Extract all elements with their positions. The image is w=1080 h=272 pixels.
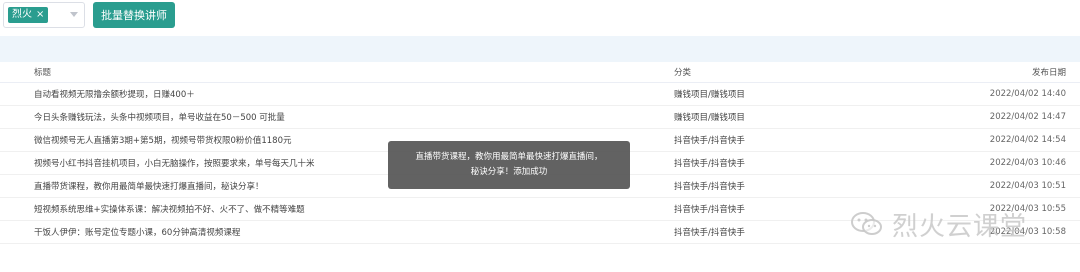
selected-tag: 烈火 ×	[8, 7, 49, 23]
top-toolbar: 烈火 × 批量替换讲师	[0, 0, 1080, 34]
row-category: 抖音快手/抖音快手	[674, 205, 745, 215]
row-date: 2022/04/03 10:51	[989, 181, 1066, 191]
table-row[interactable]: 今日头条赚钱玩法，头条中视频项目，单号收益在50－500 可批量 赚钱项目/赚钱…	[0, 106, 1080, 129]
row-category: 抖音快手/抖音快手	[674, 228, 745, 238]
row-category: 抖音快手/抖音快手	[674, 182, 745, 192]
tag-close-icon[interactable]: ×	[36, 7, 44, 23]
toast-line-2: 秘诀分享！添加成功	[470, 167, 548, 177]
row-category: 抖音快手/抖音快手	[674, 159, 745, 169]
row-date: 2022/04/03 10:58	[989, 227, 1066, 237]
selected-tag-label: 烈火	[12, 9, 32, 20]
table-row[interactable]: 干饭人伊伊：账号定位专题小课，60分钟高清视频课程 抖音快手/抖音快手 2022…	[0, 221, 1080, 244]
row-date: 2022/04/02 14:47	[989, 112, 1066, 122]
row-title: 直播带货课程，教你用最简单最快速打爆直播间，秘诀分享！	[34, 182, 264, 192]
header-title: 标题	[34, 68, 52, 78]
success-toast: 直播带货课程，教你用最简单最快速打爆直播间， 秘诀分享！添加成功	[388, 141, 630, 189]
row-date: 2022/04/03 10:46	[989, 158, 1066, 168]
row-category: 赚钱项目/赚钱项目	[674, 113, 745, 123]
row-category: 赚钱项目/赚钱项目	[674, 90, 745, 100]
chevron-down-icon[interactable]	[70, 12, 78, 17]
row-title: 自动看视频无限撸余额秒提现，日赚400＋	[34, 90, 195, 100]
header-category: 分类	[674, 68, 692, 78]
batch-replace-instructor-button[interactable]: 批量替换讲师	[93, 2, 175, 28]
table-row[interactable]: 短视频系统思维+实操体系课：解决视频拍不好、火不了、做不精等难题 抖音快手/抖音…	[0, 198, 1080, 221]
row-date: 2022/04/02 14:40	[989, 89, 1066, 99]
row-title: 干饭人伊伊：账号定位专题小课，60分钟高清视频课程	[34, 228, 241, 238]
table-header: 标题 分类 发布日期	[0, 62, 1080, 83]
instructor-select[interactable]: 烈火 ×	[3, 2, 85, 28]
row-title: 短视频系统思维+实操体系课：解决视频拍不好、火不了、做不精等难题	[34, 205, 305, 215]
row-category: 抖音快手/抖音快手	[674, 136, 745, 146]
toast-line-1: 直播带货课程，教你用最简单最快速打爆直播间，	[415, 152, 603, 162]
row-date: 2022/04/03 10:55	[989, 204, 1066, 214]
table-row[interactable]: 自动看视频无限撸余额秒提现，日赚400＋ 赚钱项目/赚钱项目 2022/04/0…	[0, 83, 1080, 106]
table-toolbar-band	[0, 36, 1080, 62]
row-title: 视频号小红书抖音挂机项目，小白无脑操作，按照要求来，单号每天几十米	[34, 159, 315, 169]
row-title: 今日头条赚钱玩法，头条中视频项目，单号收益在50－500 可批量	[34, 113, 285, 123]
header-date: 发布日期	[1031, 68, 1066, 78]
row-title: 微信视频号无人直播第3期+第5期，视频号带货权限0粉价值1180元	[34, 136, 292, 146]
row-date: 2022/04/02 14:54	[989, 135, 1066, 145]
